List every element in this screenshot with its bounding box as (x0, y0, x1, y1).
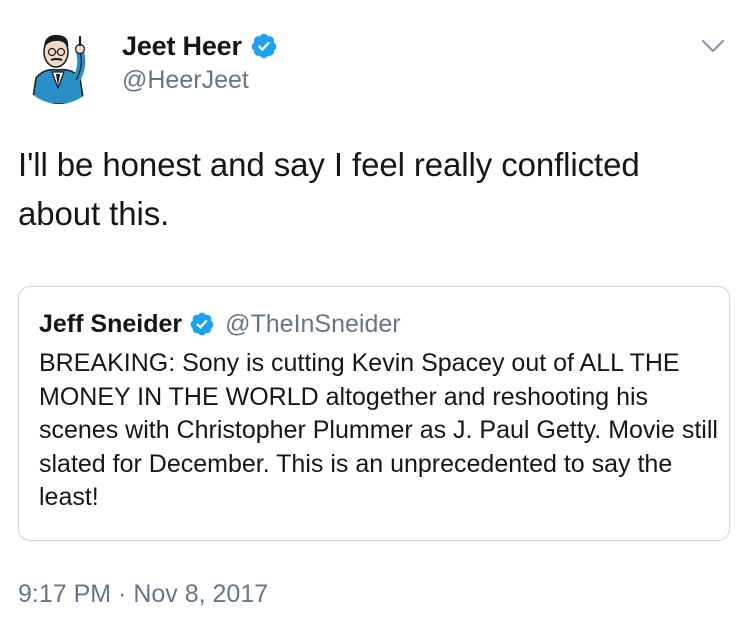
quoted-author-handle: @TheInSneider (225, 309, 401, 338)
tweet-timestamp[interactable]: 9:17 PM · Nov 8, 2017 (18, 580, 268, 609)
verified-badge-icon (190, 312, 214, 336)
tweet-card: Jeet Heer @HeerJeet I'll be honest and s… (0, 0, 750, 623)
author-name-row: Jeet Heer (122, 28, 278, 64)
cartoon-man-avatar-icon (31, 34, 86, 104)
quoted-tweet-text: BREAKING: Sony is cutting Kevin Spacey o… (39, 349, 718, 511)
avatar[interactable] (18, 22, 100, 104)
author-handle[interactable]: @HeerJeet (122, 66, 249, 95)
quoted-tweet-header: Jeff Sneider @TheInSneider (39, 307, 401, 341)
verified-badge-icon (251, 33, 277, 59)
tweet-text: I'll be honest and say I feel really con… (18, 146, 640, 232)
author-name[interactable]: Jeet Heer (122, 31, 242, 62)
quoted-tweet-card[interactable]: Jeff Sneider @TheInSneider BREAKING: Son… (18, 286, 730, 541)
chevron-down-icon[interactable] (697, 30, 729, 62)
quoted-author-name: Jeff Sneider (39, 309, 183, 338)
